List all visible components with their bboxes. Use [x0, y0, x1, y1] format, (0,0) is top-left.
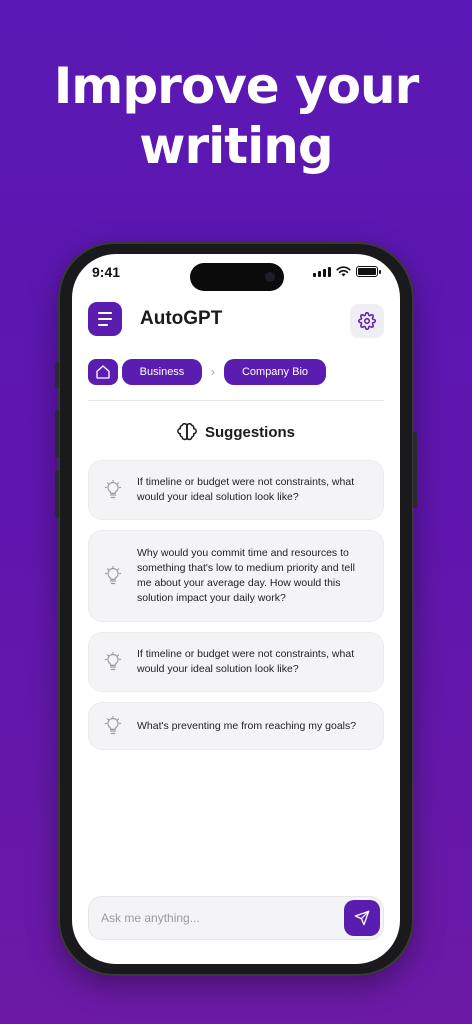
suggestion-text: Why would you commit time and resources … — [137, 547, 355, 604]
app-title: AutoGPT — [140, 308, 223, 329]
breadcrumb-business[interactable]: Business — [122, 359, 202, 385]
suggestion-card[interactable]: What's preventing me from reaching my go… — [88, 702, 384, 750]
phone-volume-down — [55, 470, 59, 518]
status-bar: 9:41 — [72, 254, 400, 294]
suggestion-text: If timeline or budget were not constrain… — [137, 476, 355, 503]
home-icon — [96, 365, 110, 379]
headline-line-2: writing — [139, 117, 333, 175]
suggestions-title: Suggestions — [204, 423, 295, 441]
app-screen: 9:41 AutoGPT Business › Company Bio Sugg… — [72, 254, 400, 964]
send-icon — [354, 910, 370, 926]
suggestion-card[interactable]: If timeline or budget were not constrain… — [88, 632, 384, 692]
divider — [88, 400, 384, 401]
suggestion-card[interactable]: Why would you commit time and resources … — [88, 530, 384, 622]
promo-headline: Improve your writing — [0, 56, 472, 176]
phone-frame: 9:41 AutoGPT Business › Company Bio Sugg… — [55, 242, 417, 976]
cellular-signal-icon — [313, 266, 331, 277]
wifi-icon — [336, 266, 351, 277]
phone-volume-up — [55, 410, 59, 458]
suggestion-text: If timeline or budget were not constrain… — [137, 648, 355, 675]
battery-icon — [356, 266, 381, 277]
lightbulb-icon — [104, 480, 122, 499]
send-button[interactable] — [344, 900, 380, 936]
chevron-right-icon: › — [210, 365, 216, 379]
suggestion-card[interactable]: If timeline or budget were not constrain… — [88, 460, 384, 520]
menu-button[interactable] — [88, 302, 122, 336]
app-bar: AutoGPT — [88, 302, 384, 338]
breadcrumb-company-bio[interactable]: Company Bio — [224, 359, 326, 385]
suggestions-header: Suggestions — [72, 422, 400, 442]
home-button[interactable] — [88, 359, 118, 385]
gear-icon — [358, 312, 376, 330]
dynamic-island — [190, 263, 284, 291]
status-time: 9:41 — [92, 264, 121, 280]
menu-icon — [98, 312, 112, 314]
lightbulb-icon — [104, 566, 122, 585]
lightbulb-icon — [104, 652, 122, 671]
phone-mute-switch — [55, 362, 59, 388]
breadcrumb: Business › Company Bio — [88, 359, 326, 385]
phone-power-button — [413, 432, 417, 508]
settings-button[interactable] — [350, 304, 384, 338]
composer — [88, 896, 384, 940]
ask-input[interactable] — [101, 897, 331, 939]
brain-icon — [177, 423, 197, 441]
suggestion-text: What's preventing me from reaching my go… — [137, 719, 357, 732]
lightbulb-icon — [104, 716, 122, 735]
headline-line-1: Improve your — [53, 57, 420, 115]
